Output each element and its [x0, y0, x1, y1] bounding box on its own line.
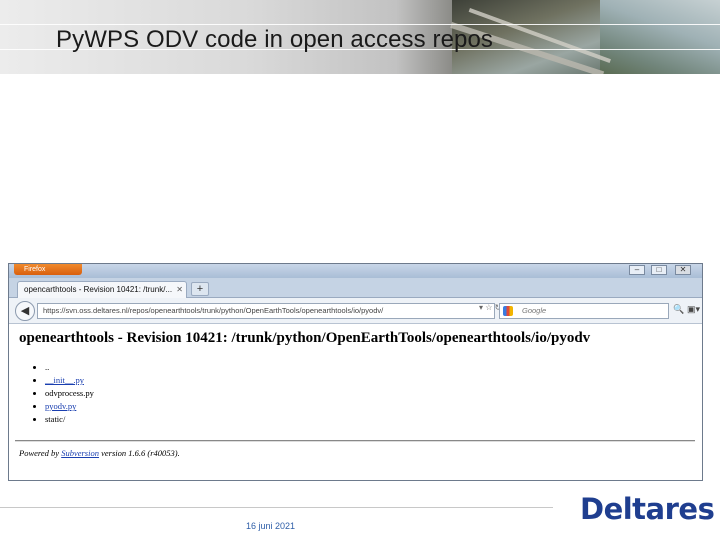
- url-bar[interactable]: https://svn.oss.deltares.nl/repos/openea…: [37, 303, 495, 319]
- deltares-logo: Deltares: [580, 492, 715, 526]
- file-list: .. __init__.py odvprocess.py pyodv.py st…: [45, 361, 692, 426]
- page-content: openearthtools - Revision 10421: /trunk/…: [9, 324, 702, 480]
- slide-title: PyWPS ODV code in open access repos: [56, 26, 494, 53]
- url-dropdown-icon[interactable]: ▾ ☆ ↻: [479, 303, 501, 312]
- search-input[interactable]: Google: [499, 303, 669, 319]
- file-link[interactable]: static/: [45, 414, 65, 424]
- tab-bar: opencarthtools - Revision 10421: /trunk/…: [9, 278, 702, 298]
- footer-rule: [0, 507, 553, 508]
- menu-icon[interactable]: ▣▾: [687, 304, 700, 315]
- firefox-menu-button[interactable]: Firefox: [14, 264, 82, 275]
- new-tab-icon[interactable]: +: [191, 282, 209, 296]
- list-item[interactable]: static/: [45, 413, 692, 426]
- list-item[interactable]: __init__.py: [45, 374, 692, 387]
- minimize-icon[interactable]: –: [629, 265, 645, 275]
- file-link[interactable]: pyodv.py: [45, 401, 76, 411]
- list-item[interactable]: pyodv.py: [45, 400, 692, 413]
- google-icon[interactable]: [503, 306, 513, 316]
- tab-active[interactable]: opencarthtools - Revision 10421: /trunk/…: [17, 281, 187, 298]
- file-link[interactable]: ..: [45, 362, 49, 372]
- footer-prefix: Powered by: [19, 448, 62, 458]
- browser-window: Firefox – □ ✕ opencarthtools - Revision …: [8, 263, 703, 481]
- browser-titlebar: Firefox – □ ✕: [9, 264, 702, 278]
- footer-suffix: version 1.6.6 (r40053).: [98, 448, 180, 458]
- navigation-bar: ◀ https://svn.oss.deltares.nl/repos/open…: [9, 298, 702, 324]
- search-icon[interactable]: 🔍: [673, 304, 684, 314]
- back-arrow-icon[interactable]: ◀: [15, 301, 35, 321]
- list-item[interactable]: odvprocess.py: [45, 387, 692, 400]
- tab-close-icon[interactable]: ✕: [176, 282, 183, 297]
- close-icon[interactable]: ✕: [675, 265, 691, 275]
- page-heading: openearthtools - Revision 10421: /trunk/…: [19, 330, 591, 346]
- file-link[interactable]: __init__.py: [45, 375, 84, 385]
- powered-by-footer: Powered by Subversion version 1.6.6 (r40…: [19, 448, 180, 458]
- subversion-link[interactable]: Subversion: [61, 448, 99, 458]
- list-item[interactable]: ..: [45, 361, 692, 374]
- maximize-icon[interactable]: □: [651, 265, 667, 275]
- river-photo-area: [600, 0, 720, 74]
- header-banner: PyWPS ODV code in open access repos: [0, 0, 720, 74]
- title-rule-top: [0, 24, 720, 25]
- tab-label: opencarthtools - Revision 10421: /trunk/…: [24, 285, 173, 294]
- slide-date: 16 juni 2021: [246, 521, 296, 531]
- file-link[interactable]: odvprocess.py: [45, 388, 94, 398]
- divider: [15, 440, 695, 442]
